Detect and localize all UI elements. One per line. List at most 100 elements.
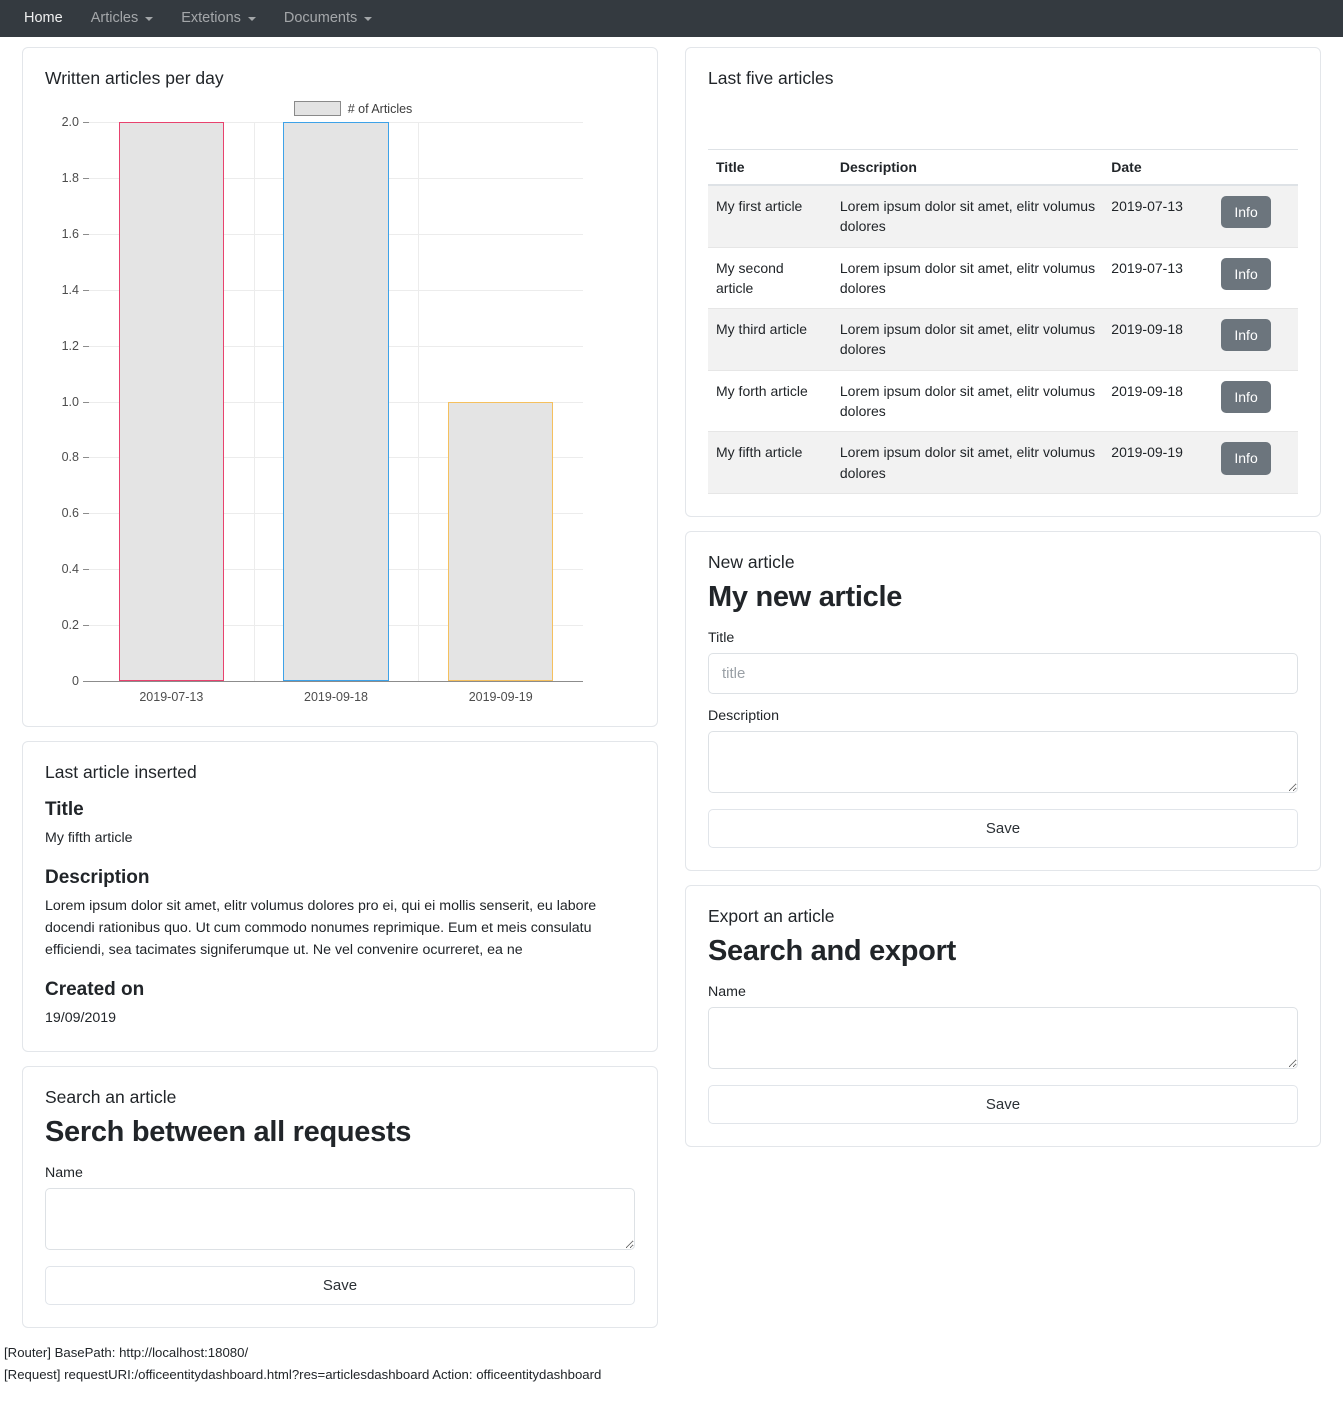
legend-label: # of Articles [347, 101, 413, 116]
chart-legend: # of Articles [71, 101, 635, 116]
table-row: My second article Lorem ipsum dolor sit a… [708, 247, 1298, 310]
info-button[interactable]: Info [1221, 442, 1271, 475]
chevron-down-icon [247, 16, 256, 21]
cell-description: Lorem ipsum dolor sit amet, elitr volumu… [831, 431, 1104, 494]
chart-card: Written articles per day # of Articles 0… [22, 47, 658, 727]
new-article-title-input[interactable] [708, 652, 1298, 694]
search-save-button[interactable]: Save [45, 1266, 635, 1305]
nav-item-articles-label: Articles [90, 10, 139, 27]
articles-table-body: My first article Lorem ipsum dolor sit am… [708, 185, 1298, 494]
chart-x-axis-labels: 2019-07-13 2019-09-18 2019-09-19 [89, 690, 583, 704]
chart-x-tick-label: 2019-09-19 [468, 690, 533, 704]
new-article-save-button[interactable]: Save [708, 808, 1298, 848]
info-button[interactable]: Info [1221, 257, 1271, 290]
cell-description: Lorem ipsum dolor sit amet, elitr volumu… [831, 370, 1104, 433]
main-navbar: Home Articles Extetions Documents [0, 0, 1343, 37]
export-article-card: Export an article Search and export Name… [685, 884, 1321, 1147]
cell-date: 2019-09-18 [1103, 308, 1216, 371]
bar-chart: # of Articles 0 0.2 0.4 0.6 0.8 1.0 1.2 1.4 1.6 1… [45, 97, 635, 704]
cell-date: 2019-07-13 [1103, 247, 1216, 310]
info-button[interactable]: Info [1221, 380, 1271, 413]
table-row: My fifth article Lorem ipsum dolor sit am… [708, 431, 1298, 494]
last-article-description-label: Description [45, 867, 150, 888]
export-article-heading: Search and export [708, 934, 956, 967]
cell-actions: Info [1215, 370, 1298, 433]
table-row: My forth article Lorem ipsum dolor sit am… [708, 370, 1298, 433]
search-article-heading: Serch between all requests [45, 1116, 412, 1148]
info-button[interactable]: Info [1221, 196, 1271, 229]
chevron-down-icon [364, 16, 373, 21]
chart-y-tick-label: 0.4 [62, 562, 90, 576]
new-article-heading: My new article [708, 580, 903, 613]
chart-y-tick-label: 2.0 [62, 115, 90, 129]
chart-x-tick-label: 2019-07-13 [139, 690, 204, 704]
chart-bar[interactable] [118, 122, 225, 681]
export-name-label: Name [708, 983, 746, 1000]
search-name-label: Name [45, 1165, 83, 1181]
right-column: Last five articles Title Description Dat… [685, 47, 1321, 1147]
dashboard-grid: Written articles per day # of Articles 0… [0, 37, 1343, 1328]
new-article-title-label: Title [708, 629, 735, 646]
cell-title: My first article [708, 185, 832, 248]
chart-x-tick-label: 2019-09-18 [304, 690, 368, 704]
cell-date: 2019-09-19 [1103, 431, 1216, 494]
chart-y-tick-label: 1.2 [62, 339, 90, 353]
last-article-title-label: Title [45, 799, 84, 820]
articles-table: Title Description Date My first article L… [708, 149, 1298, 494]
export-name-input[interactable] [708, 1006, 1298, 1069]
chart-bar[interactable] [283, 122, 389, 681]
nav-item-extetions[interactable]: Extetions [167, 11, 270, 26]
export-article-card-title: Export an article [708, 905, 835, 926]
last-article-created-value: 19/09/2019 [45, 1010, 117, 1026]
articles-table-header-row: Title Description Date [708, 149, 1298, 186]
nav-item-home[interactable]: Home [18, 11, 77, 26]
table-row: My first article Lorem ipsum dolor sit am… [708, 185, 1298, 248]
chart-bar-slot [254, 122, 419, 681]
cell-title: My third article [708, 308, 832, 371]
search-article-card-title: Search an article [45, 1087, 177, 1107]
new-article-card: New article My new article Title Descrip… [685, 530, 1321, 871]
chart-y-tick-label: 0.2 [62, 618, 90, 632]
chart-y-tick-label: 0 [72, 674, 89, 688]
chart-plot-area: 0 0.2 0.4 0.6 0.8 1.0 1.2 1.4 1.6 1.8 2.0 [62, 115, 583, 688]
legend-swatch-icon [293, 101, 341, 116]
footer-router-line: [Router] BasePath: http://localhost:1808… [4, 1345, 249, 1360]
new-article-description-label: Description [708, 707, 779, 724]
chart-y-tick-label: 0.8 [62, 450, 90, 464]
export-save-button[interactable]: Save [708, 1084, 1298, 1124]
chart-bar-slot [89, 122, 254, 681]
column-header-title: Title [708, 149, 832, 186]
chart-y-tick-label: 1.8 [62, 171, 90, 185]
nav-item-extetions-label: Extetions [181, 10, 241, 27]
nav-item-articles[interactable]: Articles [77, 11, 168, 26]
search-name-input[interactable] [45, 1188, 635, 1250]
chart-y-tick-label: 1.4 [62, 283, 90, 297]
chart-card-title: Written articles per day [45, 68, 224, 88]
cell-title: My forth article [708, 370, 832, 433]
chart-bar-slot [418, 122, 583, 681]
cell-title: My fifth article [708, 431, 832, 494]
chevron-down-icon [145, 16, 154, 21]
chart-bars [89, 122, 583, 681]
last-five-articles-card: Last five articles Title Description Dat… [685, 47, 1321, 517]
new-article-description-input[interactable] [708, 730, 1298, 793]
cell-description: Lorem ipsum dolor sit amet, elitr volumu… [831, 247, 1104, 310]
cell-actions: Info [1215, 308, 1298, 371]
last-article-card-title: Last article inserted [45, 762, 197, 782]
info-button[interactable]: Info [1221, 319, 1271, 352]
column-header-actions [1215, 149, 1298, 186]
cell-date: 2019-09-18 [1103, 370, 1216, 433]
column-header-date: Date [1103, 149, 1216, 186]
last-article-description-value: Lorem ipsum dolor sit amet, elitr volumu… [45, 898, 597, 958]
chart-bar[interactable] [447, 401, 554, 681]
footer-request-line: [Request] requestURI:/officeentitydashbo… [4, 1366, 602, 1382]
last-five-articles-title: Last five articles [708, 68, 834, 88]
last-article-created-label: Created on [45, 979, 145, 1000]
column-header-description: Description [831, 149, 1104, 186]
cell-date: 2019-07-13 [1103, 185, 1216, 248]
cell-actions: Info [1215, 247, 1298, 310]
cell-actions: Info [1215, 185, 1298, 248]
table-row: My third article Lorem ipsum dolor sit am… [708, 308, 1298, 371]
debug-footer: [Router] BasePath: http://localhost:1808… [0, 1328, 1343, 1396]
nav-item-documents[interactable]: Documents [270, 11, 386, 26]
